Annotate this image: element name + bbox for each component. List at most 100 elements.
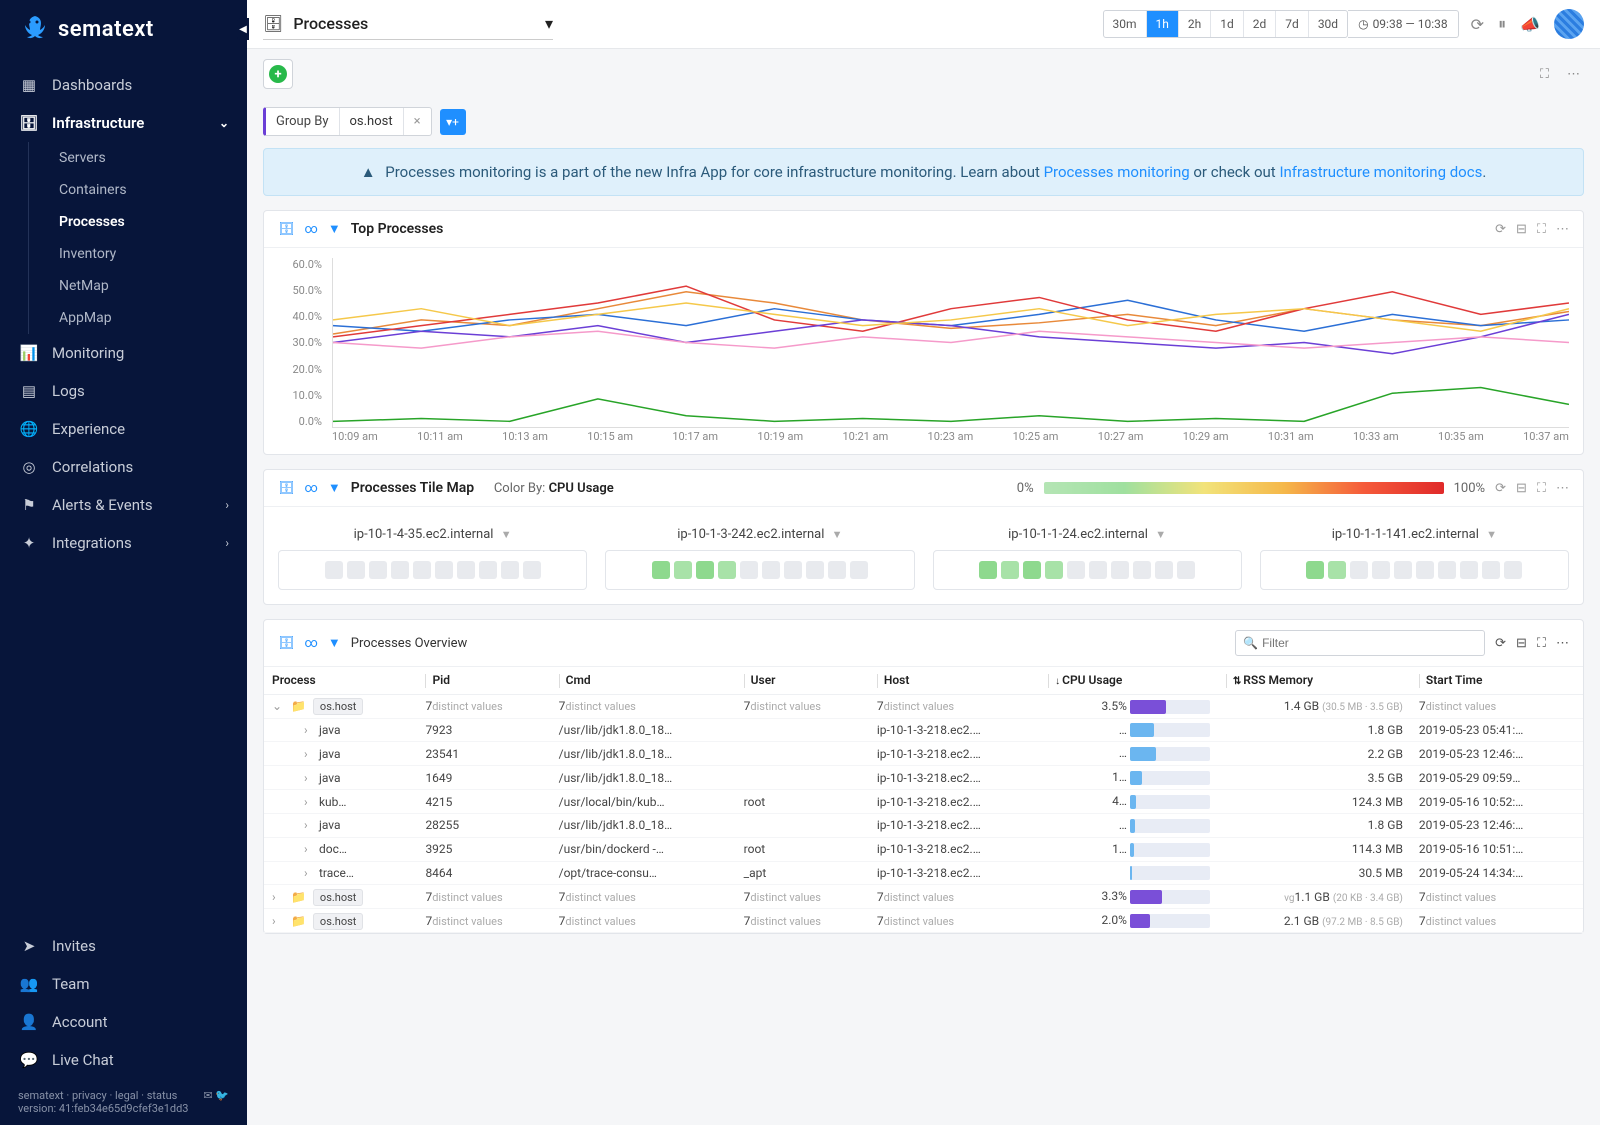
process-tile[interactable]	[1394, 561, 1412, 579]
avatar[interactable]	[1554, 9, 1584, 39]
expand-icon[interactable]: ›	[304, 747, 316, 761]
table-row[interactable]: › 📁 os.host 7distinct values 7distinct v…	[264, 885, 1583, 909]
process-tile[interactable]	[1111, 561, 1129, 579]
archive-icon[interactable]: 🗄	[278, 636, 295, 651]
collapse-icon[interactable]: ⊟	[1516, 636, 1527, 651]
process-tile[interactable]	[979, 561, 997, 579]
col-cpu-usage[interactable]: ↓CPU Usage	[1040, 667, 1218, 694]
process-tile[interactable]	[457, 561, 475, 579]
table-row[interactable]: › kub… 4215 /usr/local/bin/kub… root ip-…	[264, 790, 1583, 814]
process-tile[interactable]	[652, 561, 670, 579]
table-row[interactable]: › java 1649 /usr/lib/jdk1.8.0_18… ip-10-…	[264, 766, 1583, 790]
sidebar-item-alerts-&-events[interactable]: ⚑Alerts & Events›	[0, 486, 247, 524]
filter-icon[interactable]: ▼	[328, 221, 341, 237]
process-tile[interactable]	[479, 561, 497, 579]
process-tile[interactable]	[674, 561, 692, 579]
process-tile[interactable]	[1177, 561, 1195, 579]
process-tile[interactable]	[762, 561, 780, 579]
link-icon[interactable]: ∞	[305, 636, 318, 651]
col-user[interactable]: User	[736, 667, 869, 694]
add-button[interactable]: +	[263, 59, 293, 89]
more-icon[interactable]: ⋯	[1556, 481, 1569, 496]
table-row[interactable]: › java 7923 /usr/lib/jdk1.8.0_18… ip-10-…	[264, 718, 1583, 742]
refresh-icon[interactable]: ⟳	[1471, 15, 1484, 34]
expand-icon[interactable]: ›	[272, 914, 284, 928]
link-processes-monitoring[interactable]: Processes monitoring	[1044, 163, 1190, 181]
fullscreen-icon[interactable]: ⛶	[1536, 63, 1553, 86]
process-tile[interactable]	[1460, 561, 1478, 579]
process-tile[interactable]	[696, 561, 714, 579]
sidebar-item-invites[interactable]: ➤Invites	[0, 927, 247, 965]
time-range-7d[interactable]: 7d	[1276, 11, 1309, 37]
sidebar-collapse-icon[interactable]: ◀	[237, 18, 249, 40]
process-tile[interactable]	[1372, 561, 1390, 579]
process-tile[interactable]	[1023, 561, 1041, 579]
process-tile[interactable]	[828, 561, 846, 579]
archive-icon[interactable]: 🗄	[278, 481, 295, 496]
col-host[interactable]: Host	[869, 667, 1040, 694]
filter-icon[interactable]: ▼	[832, 528, 843, 541]
app-selector[interactable]: 🗄 Processes ▾	[263, 8, 553, 40]
close-icon[interactable]: ×	[403, 108, 431, 135]
sidebar-item-logs[interactable]: ▤Logs	[0, 372, 247, 410]
time-range-2d[interactable]: 2d	[1244, 11, 1277, 37]
more-icon[interactable]: ⋯	[1563, 63, 1584, 86]
time-range-2h[interactable]: 2h	[1179, 11, 1211, 37]
archive-icon[interactable]: 🗄	[278, 222, 295, 237]
more-icon[interactable]: ⋯	[1556, 222, 1569, 237]
filter-input[interactable]	[1235, 630, 1485, 656]
sidebar-subitem-processes[interactable]: Processes	[49, 206, 247, 238]
expand-icon[interactable]: ⌄	[272, 699, 284, 713]
time-range-1h[interactable]: 1h	[1147, 11, 1179, 37]
process-tile[interactable]	[1133, 561, 1151, 579]
sidebar-item-team[interactable]: 👥Team	[0, 965, 247, 1003]
process-tile[interactable]	[325, 561, 343, 579]
process-tile[interactable]	[501, 561, 519, 579]
process-tile[interactable]	[347, 561, 365, 579]
absolute-time-range[interactable]: ◷09:38 — 10:38	[1348, 10, 1459, 38]
process-tile[interactable]	[1045, 561, 1063, 579]
col-start-time[interactable]: Start Time	[1411, 667, 1583, 694]
process-tile[interactable]	[435, 561, 453, 579]
time-range-1d[interactable]: 1d	[1211, 11, 1244, 37]
process-tile[interactable]	[784, 561, 802, 579]
refresh-icon[interactable]: ⟳	[1495, 636, 1506, 651]
process-tile[interactable]	[1328, 561, 1346, 579]
add-filter-button[interactable]: ▾+	[440, 109, 466, 135]
process-tile[interactable]	[1504, 561, 1522, 579]
fullscreen-icon[interactable]: ⛶	[1537, 222, 1546, 237]
filter-icon[interactable]: ▼	[328, 635, 341, 651]
process-tile[interactable]	[1067, 561, 1085, 579]
groupby-pill[interactable]: Group By os.host ×	[263, 107, 432, 136]
process-tile[interactable]	[413, 561, 431, 579]
link-icon[interactable]: ∞	[305, 481, 318, 496]
table-row[interactable]: ⌄ 📁 os.host 7distinct values 7distinct v…	[264, 694, 1583, 718]
filter-icon[interactable]: ▼	[1486, 528, 1497, 541]
sidebar-item-correlations[interactable]: ◎Correlations	[0, 448, 247, 486]
process-tile[interactable]	[1416, 561, 1434, 579]
table-row[interactable]: › java 28255 /usr/lib/jdk1.8.0_18… ip-10…	[264, 813, 1583, 837]
expand-icon[interactable]: ›	[304, 723, 316, 737]
sidebar-item-infrastructure[interactable]: 🗄Infrastructure⌄	[0, 104, 247, 142]
process-tile[interactable]	[1438, 561, 1456, 579]
col-cmd[interactable]: Cmd	[551, 667, 736, 694]
process-tile[interactable]	[850, 561, 868, 579]
expand-icon[interactable]: ›	[304, 795, 316, 809]
process-tile[interactable]	[1482, 561, 1500, 579]
sidebar-subitem-servers[interactable]: Servers	[49, 142, 247, 174]
process-tile[interactable]	[1306, 561, 1324, 579]
sidebar-item-live-chat[interactable]: 💬Live Chat	[0, 1041, 247, 1079]
process-tile[interactable]	[369, 561, 387, 579]
more-icon[interactable]: ⋯	[1556, 636, 1569, 651]
process-tile[interactable]	[1350, 561, 1368, 579]
expand-icon[interactable]: ›	[304, 818, 316, 832]
expand-icon[interactable]: ›	[272, 890, 284, 904]
process-tile[interactable]	[523, 561, 541, 579]
process-tile[interactable]	[391, 561, 409, 579]
sidebar-item-integrations[interactable]: ✦Integrations›	[0, 524, 247, 562]
table-row[interactable]: › trace… 8464 /opt/trace-consu… _apt ip-…	[264, 861, 1583, 885]
table-row[interactable]: › java 23541 /usr/lib/jdk1.8.0_18… ip-10…	[264, 742, 1583, 766]
table-row[interactable]: › 📁 os.host 7distinct values 7distinct v…	[264, 909, 1583, 933]
sidebar-subitem-containers[interactable]: Containers	[49, 174, 247, 206]
sidebar-item-account[interactable]: 👤Account	[0, 1003, 247, 1041]
